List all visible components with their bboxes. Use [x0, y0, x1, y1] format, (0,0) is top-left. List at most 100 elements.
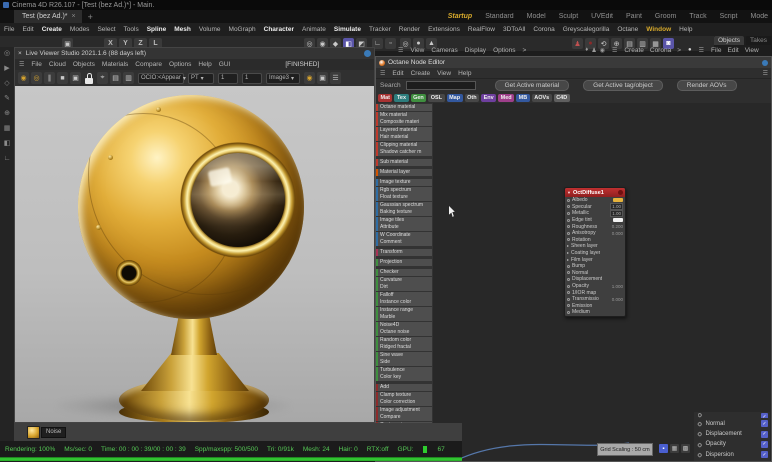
node-type-item[interactable]: Image texture: [376, 179, 432, 186]
node-type-item[interactable]: Add: [376, 384, 432, 391]
viewport-menu-item[interactable]: >: [677, 47, 681, 54]
input-pin[interactable]: [567, 311, 570, 314]
property-row[interactable]: Normal ✓: [698, 418, 768, 428]
parameter-value[interactable]: 0.000: [612, 297, 623, 302]
ne-menu-icon[interactable]: ☰: [380, 70, 385, 77]
object-manager-menu-item[interactable]: View: [745, 47, 759, 54]
node-parameter-row[interactable]: Rotation: [565, 237, 625, 244]
menu-item[interactable]: Mesh: [174, 26, 191, 33]
layout-tab[interactable]: Sculpt: [559, 13, 578, 20]
node-type-item[interactable]: W Coordinate: [376, 232, 432, 239]
ne-menu-item[interactable]: Help: [458, 70, 471, 77]
node-type-item[interactable]: Octane material: [376, 104, 432, 111]
menu-item[interactable]: Modes: [70, 26, 90, 33]
node-type-item[interactable]: Float texture: [376, 194, 432, 201]
render-viewport[interactable]: [15, 86, 374, 422]
menu-item[interactable]: Tracker: [369, 26, 391, 33]
ne-options-icon[interactable]: ☰: [763, 70, 768, 77]
checkbox-checked[interactable]: ✓: [761, 420, 768, 427]
node-type-item[interactable]: Curvature: [376, 277, 432, 284]
action-button[interactable]: Get Active tag/object: [583, 80, 663, 91]
node-editor-titlebar[interactable]: Octane Node Editor: [376, 57, 771, 68]
node-parameter-row[interactable]: Anisotropy 0.000: [565, 230, 625, 237]
lv-toolbar-icon[interactable]: ▣: [70, 72, 81, 84]
node-type-item[interactable]: Marble: [376, 314, 432, 321]
node-type-item[interactable]: Dirt: [376, 284, 432, 291]
ocio-dropdown[interactable]: OCIO:<Appear ▾: [138, 73, 184, 84]
node-type-item[interactable]: Baking texture: [376, 209, 432, 216]
input-pin[interactable]: [567, 212, 570, 215]
node-close-icon[interactable]: [618, 190, 623, 195]
layout-tab[interactable]: Paint: [626, 13, 642, 20]
palette-icon[interactable]: ▶: [4, 65, 9, 73]
lv-menu-item[interactable]: GUI: [219, 61, 231, 68]
lv-toolbar-icon[interactable]: ∥: [44, 72, 55, 84]
input-pin[interactable]: [567, 219, 570, 222]
node-parameter-row[interactable]: Emission: [565, 303, 625, 310]
gold-material-thumbnail[interactable]: [27, 426, 40, 439]
node-parameter-row[interactable]: Opacity 1.000: [565, 283, 625, 290]
menu-item[interactable]: Render: [399, 26, 420, 33]
lv-menu-item[interactable]: Options: [169, 61, 191, 68]
input-pin[interactable]: [567, 298, 570, 301]
input-pin[interactable]: [567, 205, 570, 208]
category-chip[interactable]: Mat: [378, 94, 392, 102]
menu-item[interactable]: RealFlow: [468, 26, 495, 33]
menu-item[interactable]: Animate: [302, 26, 326, 33]
node-type-item[interactable]: Projection: [376, 259, 432, 266]
lv-toolbar-icon[interactable]: ⌖: [97, 72, 108, 84]
menu-item[interactable]: Spline: [147, 26, 167, 33]
input-pin[interactable]: [567, 238, 570, 241]
node-type-item[interactable]: Compare: [376, 414, 432, 421]
new-tab-icon[interactable]: +: [88, 12, 93, 22]
viewport-menu-item[interactable]: View: [410, 47, 424, 54]
node-type-item[interactable]: Composite materi: [376, 119, 432, 126]
input-pin[interactable]: [567, 291, 570, 294]
layout-tab[interactable]: UVEdit: [591, 13, 613, 20]
node-type-item[interactable]: Attribute: [376, 224, 432, 231]
node-type-item[interactable]: Octane noise: [376, 329, 432, 336]
category-chip[interactable]: Env: [481, 94, 496, 102]
node-type-item[interactable]: Checker: [376, 269, 432, 276]
object-manager-menu-item[interactable]: Edit: [728, 47, 739, 54]
live-viewer-titlebar[interactable]: × Live Viewer Studio 2021.1.6 (88 days l…: [15, 48, 374, 59]
node-parameter-row[interactable]: Bump: [565, 263, 625, 270]
lv-menu-item[interactable]: Cloud: [49, 61, 66, 68]
node-parameter-row[interactable]: Metallic 1.00: [565, 210, 625, 217]
node-header[interactable]: ▼ OctDiffuse1: [565, 188, 625, 197]
node-parameter-row[interactable]: Transmissio 0.000: [565, 296, 625, 303]
palette-icon[interactable]: ▦: [4, 125, 11, 133]
node-parameter-row[interactable]: 1/IOR map: [565, 289, 625, 296]
grid-large-icon[interactable]: ▩: [681, 444, 690, 453]
node-type-item[interactable]: Instance color: [376, 299, 432, 306]
lv-toolbar-icon[interactable]: ■: [57, 72, 68, 84]
lv-menu-item[interactable]: Objects: [73, 61, 95, 68]
object-manager-menu-icon[interactable]: ☰: [699, 47, 704, 54]
kernel-dropdown[interactable]: PT ▾: [188, 73, 214, 84]
node-parameter-row[interactable]: Sheen layer: [565, 243, 625, 250]
menu-item[interactable]: Help: [679, 26, 692, 33]
close-icon[interactable]: ×: [18, 50, 22, 57]
input-pin[interactable]: [567, 199, 570, 202]
layout-tab[interactable]: Track: [689, 13, 706, 20]
menu-item[interactable]: Octane: [617, 26, 638, 33]
parameter-value[interactable]: 0.200: [612, 224, 623, 229]
create-menu-icon[interactable]: ☰: [612, 47, 617, 54]
node-parameter-row[interactable]: Film layer: [565, 256, 625, 263]
node-type-item[interactable]: Layered material: [376, 127, 432, 134]
lv-toolbar-icon[interactable]: ◉: [18, 72, 29, 84]
lv-menu-item[interactable]: Help: [198, 61, 211, 68]
category-chip[interactable]: MB: [516, 94, 530, 102]
palette-icon[interactable]: ◧: [4, 140, 11, 148]
node-type-item[interactable]: Turbulence: [376, 367, 432, 374]
action-button[interactable]: Get Active material: [495, 80, 570, 91]
node-type-item[interactable]: Noise4D: [376, 322, 432, 329]
fit-view-icon[interactable]: ▪: [659, 444, 668, 453]
ne-menu-item[interactable]: Create: [411, 70, 431, 77]
lv-menu-item[interactable]: Materials: [102, 61, 128, 68]
layout-tab[interactable]: Model: [527, 13, 546, 20]
node-type-item[interactable]: Falloff: [376, 292, 432, 299]
node-type-item[interactable]: Rgb spectrum: [376, 187, 432, 194]
parameter-value[interactable]: [613, 218, 623, 222]
property-row[interactable]: Opacity ✓: [698, 439, 768, 449]
